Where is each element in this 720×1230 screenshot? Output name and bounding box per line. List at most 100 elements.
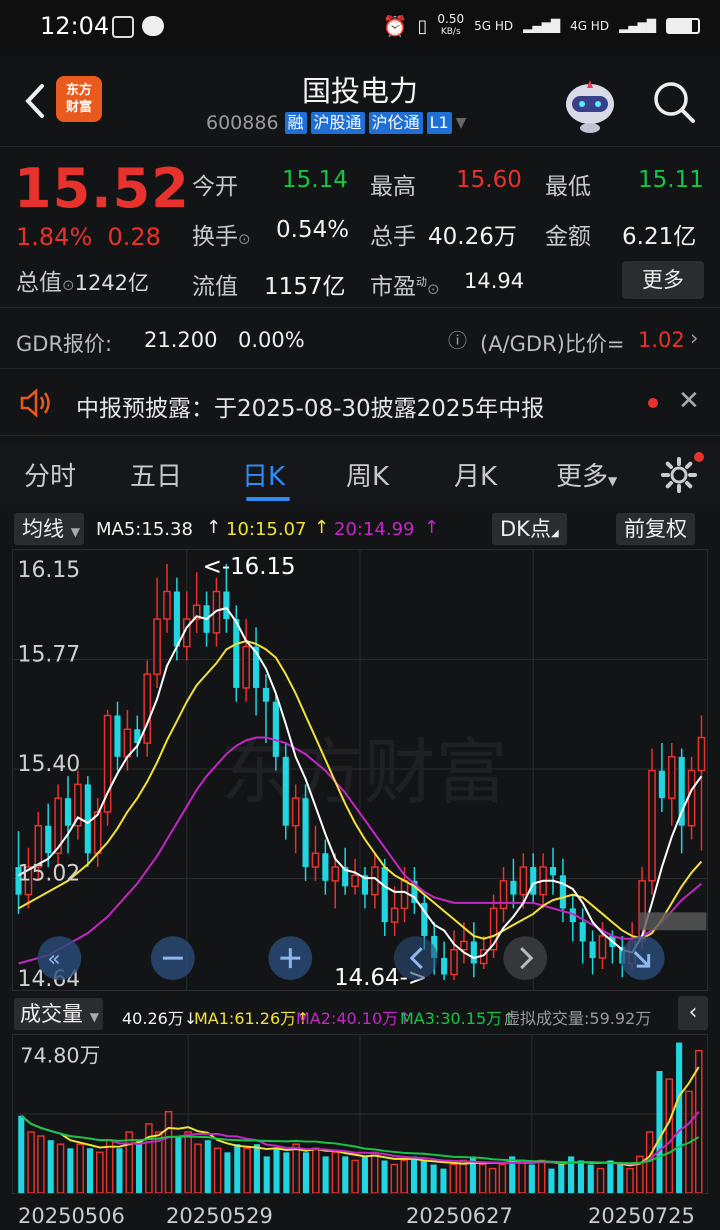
adjust-button[interactable]: 前复权 bbox=[616, 513, 695, 545]
dk-point-button[interactable]: DK点◢ bbox=[492, 513, 567, 545]
volume-bar bbox=[626, 1167, 634, 1193]
y-axis-label: 15.02 bbox=[18, 861, 81, 886]
status-indicators: ⏰ ▯ 0.50 KB/s 5G HD ▂▄▆█ 4G HD ▂▄▆█ bbox=[383, 12, 700, 38]
volume-indicator-selector[interactable]: 成交量 ▼ bbox=[14, 998, 103, 1030]
candle-body bbox=[64, 798, 72, 826]
turnover-label-text: 换手 bbox=[192, 224, 238, 250]
volume-axis-max: 74.80万 bbox=[20, 1044, 100, 1068]
amount-label: 金额 bbox=[545, 224, 591, 250]
announcement-bar[interactable]: 中报预披露：于2025-08-30披露2025年中报 ✕ bbox=[0, 370, 720, 436]
svg-text:«: « bbox=[47, 947, 60, 972]
tag-sh-connect[interactable]: 沪股通 bbox=[310, 112, 365, 134]
kline-chart[interactable]: 东方财富 16.15 15.77 15.40 15.02 14.64 <-16.… bbox=[12, 549, 708, 991]
volume-bar bbox=[518, 1159, 526, 1193]
volume-chart[interactable]: 74.80万 bbox=[12, 1034, 708, 1194]
info-icon[interactable]: ⊙ bbox=[238, 230, 251, 248]
open-label: 今开 bbox=[192, 174, 238, 200]
volume-bar bbox=[420, 1160, 427, 1193]
volume-bar bbox=[430, 1164, 437, 1193]
net-speed: 0.50 bbox=[437, 12, 465, 26]
volume-bar bbox=[213, 1147, 222, 1193]
candle-body bbox=[242, 645, 250, 689]
candle-body bbox=[173, 591, 180, 647]
candle-body bbox=[519, 866, 528, 896]
candle-body bbox=[153, 618, 161, 675]
info-icon[interactable]: ⊙ bbox=[427, 280, 440, 298]
tag-margin[interactable]: 融 bbox=[284, 112, 307, 134]
volume-bar bbox=[76, 1143, 84, 1193]
volume-bar bbox=[390, 1163, 399, 1193]
candle-body bbox=[45, 825, 52, 854]
volume-current-value: 40.26万 bbox=[122, 1009, 184, 1028]
volume-bar bbox=[645, 1131, 654, 1193]
candle-body bbox=[598, 935, 607, 959]
tag-sh-london[interactable]: 沪伦通 bbox=[368, 112, 423, 134]
volume-bar bbox=[577, 1160, 584, 1193]
tab-daily-k[interactable]: 日K bbox=[242, 456, 285, 493]
tab-intraday[interactable]: 分时 bbox=[24, 456, 76, 493]
candle-body bbox=[530, 867, 537, 895]
scroll-left-button[interactable]: « bbox=[37, 936, 82, 981]
tag-level[interactable]: L1 bbox=[426, 112, 452, 134]
pe-label: 市盈动⊙ bbox=[370, 267, 440, 301]
candle-body bbox=[262, 687, 270, 702]
assistant-robot-icon[interactable] bbox=[560, 78, 620, 134]
pe-label-text: 市盈 bbox=[370, 274, 416, 300]
info-icon[interactable]: ⊙ bbox=[62, 276, 75, 294]
total-mcap: 总值⊙1242亿 bbox=[16, 263, 149, 297]
chevron-down-icon[interactable]: ▼ bbox=[456, 115, 467, 131]
announcement-text: 中报预披露：于2025-08-30披露2025年中报 bbox=[76, 396, 545, 422]
volume-bar bbox=[243, 1147, 251, 1193]
date-axis: 20250506 20250529 20250627 20250725 bbox=[0, 1200, 720, 1230]
caret-down-icon: ▼ bbox=[608, 474, 618, 488]
volume-bar bbox=[537, 1159, 546, 1193]
tab-5day[interactable]: 五日 bbox=[130, 456, 182, 493]
unread-dot bbox=[648, 398, 658, 408]
search-icon[interactable] bbox=[650, 78, 698, 126]
tab-monthly-k[interactable]: 月K bbox=[454, 456, 497, 493]
candle-body bbox=[658, 770, 665, 799]
tab-weekly-k[interactable]: 周K bbox=[346, 456, 389, 493]
collapse-panel-button[interactable]: ‹ bbox=[678, 996, 708, 1030]
close-icon[interactable]: ✕ bbox=[678, 386, 700, 416]
next-button[interactable] bbox=[503, 936, 548, 981]
tab-more-label: 更多 bbox=[556, 462, 609, 492]
zoom-out-button[interactable] bbox=[150, 936, 195, 981]
sim2-signal: 4G HD bbox=[570, 19, 610, 33]
reset-button[interactable] bbox=[620, 936, 665, 981]
more-quote-button[interactable]: 更多 bbox=[622, 261, 704, 299]
turnover-value: 0.54% bbox=[276, 217, 350, 243]
candle-body bbox=[648, 769, 656, 882]
volume-bar bbox=[234, 1144, 241, 1193]
virtual-volume: 虚拟成交量:59.92万 bbox=[504, 1009, 652, 1028]
candle-body bbox=[579, 922, 586, 942]
settings-gear-icon[interactable] bbox=[660, 456, 698, 494]
status-bar: 12:04 ⏰ ▯ 0.50 KB/s 5G HD ▂▄▆█ 4G HD ▂▄▆█ bbox=[0, 0, 720, 56]
watermark-text: 东方财富 bbox=[221, 733, 508, 813]
gdr-price: 21.200 bbox=[144, 328, 218, 352]
sim1-signal: 5G HD bbox=[474, 19, 514, 33]
zoom-in-button[interactable] bbox=[268, 936, 313, 981]
candle-body bbox=[441, 957, 448, 975]
candle-body bbox=[589, 941, 596, 958]
pe-value: 14.94 bbox=[464, 269, 525, 293]
help-icon[interactable]: ⓘ bbox=[448, 326, 467, 353]
up-arrow-icon: ↑ bbox=[424, 517, 440, 538]
prev-button[interactable] bbox=[393, 936, 438, 981]
tab-more[interactable]: 更多▼ bbox=[556, 456, 617, 493]
status-time: 12:04 bbox=[40, 12, 110, 40]
high-annotation: <-16.15 bbox=[203, 554, 296, 580]
candle-body bbox=[460, 940, 468, 951]
candle-body bbox=[123, 728, 132, 758]
date-label: 20250725 bbox=[588, 1204, 695, 1228]
gdr-row[interactable]: GDR报价: 21.200 0.00% ⓘ (A/GDR)比价= 1.02 › bbox=[0, 307, 720, 369]
volume-bar bbox=[400, 1159, 408, 1193]
vol-ma1: MA1:61.26万↑ bbox=[194, 1005, 310, 1029]
message-icon bbox=[142, 16, 164, 36]
indicator-selector[interactable]: 均线 ▼ bbox=[14, 513, 84, 545]
volume-bar bbox=[488, 1167, 497, 1193]
volume-bar bbox=[528, 1164, 535, 1193]
y-axis-label: 16.15 bbox=[18, 558, 81, 583]
candle-body bbox=[223, 591, 230, 620]
volume-bar bbox=[273, 1148, 280, 1193]
